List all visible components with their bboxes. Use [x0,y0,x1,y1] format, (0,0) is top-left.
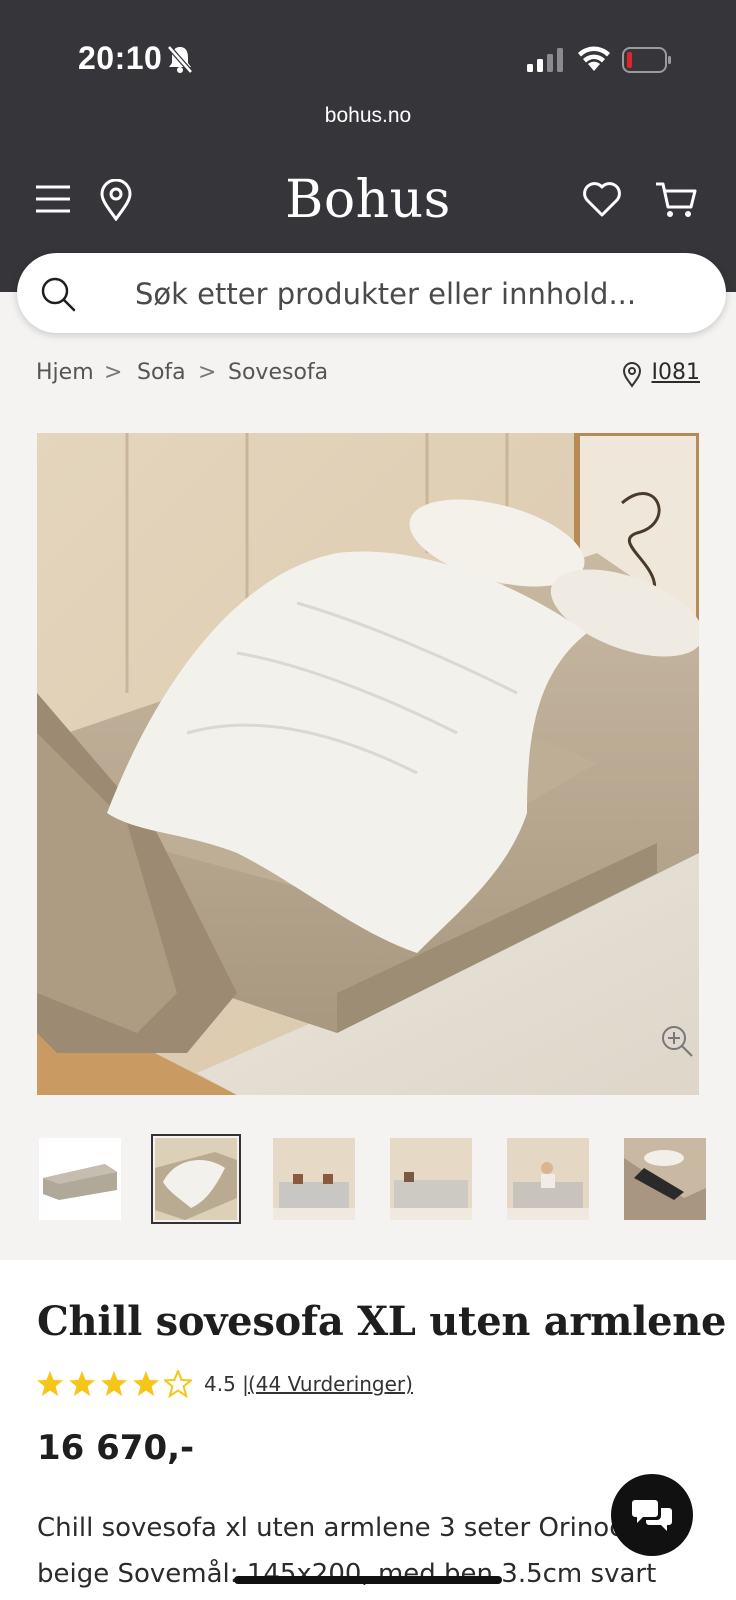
zoom-icon[interactable] [659,1023,695,1059]
search-icon[interactable] [39,275,77,313]
site-header: Bohus [0,168,736,238]
signal-icon [527,48,563,72]
thumbnail-3[interactable] [273,1138,355,1220]
reviews-link[interactable]: (44 Vurderinger) [248,1372,413,1396]
thumbnail-image [507,1138,589,1220]
rating-stars-icon [37,1370,192,1397]
thumbnail-image [624,1138,706,1220]
product-price: 16 670,- [37,1428,195,1468]
thumbnail-6[interactable] [624,1138,706,1220]
product-main-image[interactable] [37,433,699,1095]
thumbnail-image [155,1138,237,1220]
breadcrumb-hjem[interactable]: Hjem [36,360,94,385]
store-pin-icon [622,362,641,388]
browser-url[interactable]: bohus.no [0,104,736,128]
store-label[interactable]: I081 [652,360,700,385]
thumbnail-image [39,1138,121,1220]
thumbnail-image [390,1138,472,1220]
status-bar: 20:10 bohus.no [0,0,736,127]
search-bar[interactable]: Søk etter produkter eller innhold... [17,253,726,333]
thumbnail-strip [37,1134,736,1224]
breadcrumb-sovesofa[interactable]: Sovesofa [228,360,328,385]
battery-icon [622,47,671,73]
chat-button[interactable] [611,1474,693,1556]
store-selector[interactable]: I081 [622,360,700,388]
rating-value: 4.5 | [204,1372,249,1396]
sofa-bed-photo [37,433,699,1095]
product-title: Chill sovesofa XL uten armlene [37,1298,727,1345]
wifi-icon [578,46,610,71]
product-info: Chill sovesofa XL uten armlene 4.5 | (44… [0,1260,736,1600]
top-bar: 20:10 bohus.no Bohus [0,0,736,292]
site-logo[interactable]: Bohus [0,170,736,230]
thumbnail-5[interactable] [507,1138,589,1220]
home-indicator [234,1576,502,1584]
thumbnail-4[interactable] [390,1138,472,1220]
status-time: 20:10 [78,40,163,76]
thumbnail-2[interactable] [151,1134,241,1224]
wishlist-heart-icon[interactable] [582,180,622,218]
breadcrumb-separator: > [198,360,217,385]
thumbnail-image [273,1138,355,1220]
breadcrumb: Hjem > Sofa > Sovesofa I081 [36,360,700,392]
chat-bubbles-icon [632,1500,672,1531]
breadcrumb-separator: > [104,360,123,385]
silent-bell-icon [167,45,193,74]
breadcrumb-sofa[interactable]: Sofa [137,360,186,385]
search-input[interactable]: Søk etter produkter eller innhold... [135,277,636,311]
cart-icon[interactable] [654,180,698,220]
thumbnail-1[interactable] [39,1138,121,1220]
